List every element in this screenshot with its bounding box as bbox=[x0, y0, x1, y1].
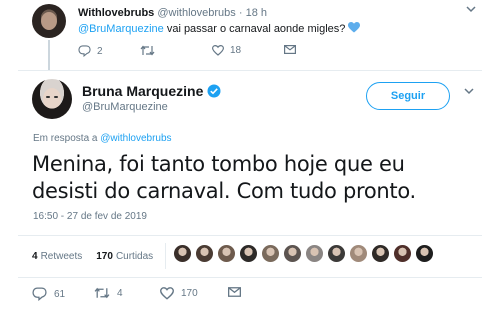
blue-heart-emoji-icon bbox=[348, 22, 361, 33]
parent-tweet-text: @BruMarquezine vai passar o carnaval aon… bbox=[78, 22, 361, 35]
liker-avatar[interactable] bbox=[349, 244, 368, 263]
liker-avatar[interactable] bbox=[173, 244, 192, 263]
reply-count: 61 bbox=[54, 288, 66, 300]
likes-stat[interactable]: 170 Curtidas bbox=[96, 251, 153, 262]
main-chevron-down-icon[interactable] bbox=[464, 88, 474, 95]
parent-retweet-action[interactable] bbox=[140, 45, 161, 56]
liker-avatar[interactable] bbox=[305, 244, 324, 263]
liker-avatar[interactable] bbox=[217, 244, 236, 263]
reply-mention-link[interactable]: @withlovebrubs bbox=[100, 133, 171, 144]
follow-button[interactable]: Seguir bbox=[366, 82, 450, 110]
liker-avatar[interactable] bbox=[261, 244, 280, 263]
parent-reply-action[interactable]: 2 bbox=[78, 45, 103, 57]
parent-like-count: 18 bbox=[230, 45, 242, 56]
retweets-stat[interactable]: 4 Retweets bbox=[32, 251, 82, 262]
parent-mention-link[interactable]: @BruMarquezine bbox=[78, 23, 164, 35]
thread-line bbox=[48, 40, 50, 70]
main-author-name-row[interactable]: Bruna Marquezine bbox=[82, 83, 221, 99]
avatar-eye bbox=[54, 96, 58, 98]
envelope-icon bbox=[228, 287, 241, 297]
retweets-stat-count: 4 bbox=[32, 250, 38, 262]
reply-context: Em resposta a @withlovebrubs bbox=[33, 133, 172, 144]
like-action[interactable]: 170 bbox=[160, 287, 198, 300]
divider bbox=[18, 235, 482, 236]
tweet-timestamp[interactable]: 16:50 - 27 de fev de 2019 bbox=[33, 211, 147, 222]
liker-avatar[interactable] bbox=[393, 244, 412, 263]
main-tweet-text: Menina, foi tanto tombo hoje que eu desi… bbox=[32, 152, 416, 203]
liker-avatar[interactable] bbox=[239, 244, 258, 263]
reply-prefix: Em resposta a bbox=[33, 133, 98, 144]
parent-avatar[interactable] bbox=[32, 4, 66, 38]
avatar-eye bbox=[46, 96, 50, 98]
dm-action[interactable] bbox=[228, 287, 241, 297]
heart-icon bbox=[160, 287, 174, 300]
divider bbox=[18, 277, 482, 278]
retweet-count: 4 bbox=[117, 287, 123, 299]
parent-like-action[interactable]: 18 bbox=[212, 45, 241, 56]
retweet-icon bbox=[140, 45, 155, 56]
heart-icon bbox=[212, 45, 224, 56]
verified-badge-icon bbox=[207, 84, 221, 98]
parent-author-name[interactable]: Withlovebrubs bbox=[78, 7, 154, 19]
liker-avatar[interactable] bbox=[283, 244, 302, 263]
retweet-action[interactable]: 4 bbox=[94, 287, 123, 299]
parent-text-body: vai passar o carnaval aonde migles? bbox=[163, 23, 346, 35]
liker-avatar[interactable] bbox=[195, 244, 214, 263]
reply-icon bbox=[78, 45, 91, 57]
parent-time[interactable]: · 18 h bbox=[239, 7, 267, 19]
divider bbox=[18, 70, 482, 71]
parent-tweet: Withlovebrubs @withlovebrubs · 18 h @Bru… bbox=[0, 0, 500, 70]
main-author-name[interactable]: Bruna Marquezine bbox=[82, 83, 203, 99]
reply-action[interactable]: 61 bbox=[32, 287, 65, 301]
avatar-hair bbox=[32, 79, 72, 119]
stats-separator bbox=[165, 243, 166, 269]
parent-reply-count: 2 bbox=[97, 45, 103, 57]
reply-icon bbox=[32, 287, 47, 301]
liker-avatar[interactable] bbox=[371, 244, 390, 263]
main-avatar[interactable] bbox=[32, 79, 72, 119]
liker-avatar[interactable] bbox=[415, 244, 434, 263]
like-count: 170 bbox=[181, 288, 198, 299]
retweets-stat-label: Retweets bbox=[40, 250, 83, 262]
likes-stat-count: 170 bbox=[96, 250, 113, 262]
parent-header: Withlovebrubs @withlovebrubs · 18 h bbox=[78, 7, 267, 19]
engagement-stats: 4 Retweets 170 Curtidas bbox=[32, 243, 167, 269]
retweet-icon bbox=[94, 287, 110, 299]
parent-dm-action[interactable] bbox=[284, 45, 296, 54]
envelope-icon bbox=[284, 45, 296, 54]
likes-stat-label: Curtidas bbox=[115, 250, 154, 262]
liker-avatar[interactable] bbox=[327, 244, 346, 263]
main-author-handle[interactable]: @BruMarquezine bbox=[82, 101, 168, 113]
liker-avatars bbox=[173, 244, 434, 263]
parent-chevron-down-icon[interactable] bbox=[466, 6, 476, 13]
parent-author-handle[interactable]: @withlovebrubs bbox=[157, 7, 235, 19]
